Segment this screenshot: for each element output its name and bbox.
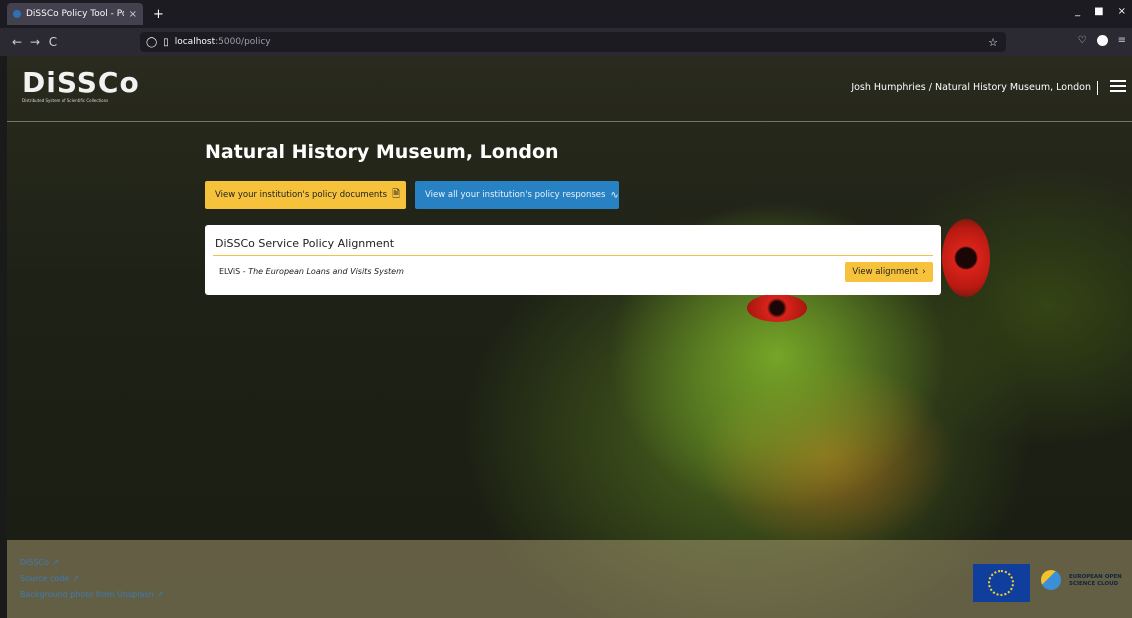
footer-link-unsplash[interactable]: Background photo from Unsplash ↗ <box>20 590 163 599</box>
url-bar[interactable]: ◯ ▯ localhost:5000/policy ☆ <box>140 32 1006 52</box>
background-photo-frog-eye-2 <box>747 294 807 322</box>
url-path: :5000/policy <box>215 37 271 47</box>
card-title: DiSSCo Service Policy Alignment <box>215 237 395 250</box>
external-link-icon: ↗ <box>52 558 59 567</box>
eosc-logo-icon <box>1041 570 1061 590</box>
browser-navbar: ← → C ◯ ▯ localhost:5000/policy ☆ ♡ ≡ <box>0 28 1132 56</box>
forward-button[interactable]: → <box>26 35 44 49</box>
eu-flag-logo <box>973 564 1030 602</box>
new-tab-button[interactable]: + <box>153 7 164 22</box>
minimize-button[interactable]: _ <box>1075 6 1080 17</box>
view-policy-responses-button[interactable]: View all your institution's policy respo… <box>415 181 619 209</box>
view-alignment-button[interactable]: View alignment › <box>845 262 933 282</box>
account-icon[interactable] <box>1096 35 1108 46</box>
activity-icon: ∿ <box>610 189 619 201</box>
menu-icon[interactable] <box>1110 80 1126 93</box>
url-host: localhost <box>174 37 216 47</box>
site-header: DiSSCo Distributed System of Scientific … <box>7 56 1132 122</box>
maximize-button[interactable]: ■ <box>1094 6 1103 17</box>
footer-link-label: Source code <box>20 574 70 583</box>
eu-stars-icon <box>988 570 1014 596</box>
user-institution-label: Josh Humphries / Natural History Museum,… <box>851 81 1098 95</box>
window-controls: _ ■ × <box>1075 6 1126 17</box>
service-row: ELViS - The European Loans and Visits Sy… <box>219 267 404 276</box>
dissco-logo[interactable]: DiSSCo <box>22 66 140 99</box>
footer-link-source-code[interactable]: Source code ↗ <box>20 574 163 583</box>
toolbar-icons: ♡ ≡ <box>1078 35 1126 46</box>
footer-link-label: DiSSCo <box>20 558 50 567</box>
reload-button[interactable]: C <box>44 35 62 49</box>
pocket-icon[interactable]: ♡ <box>1078 35 1087 46</box>
external-link-icon: ↗ <box>72 574 80 583</box>
tab-title: DiSSCo Policy Tool - Polic <box>26 9 124 19</box>
tab-close-icon[interactable]: × <box>129 9 137 20</box>
service-code: ELViS <box>219 267 241 276</box>
browser-tabbar: DiSSCo Policy Tool - Polic × + _ ■ × <box>0 0 1132 28</box>
service-alignment-card: DiSSCo Service Policy Alignment ELViS - … <box>205 225 941 295</box>
back-button[interactable]: ← <box>8 35 26 49</box>
page-content: DiSSCo Distributed System of Scientific … <box>7 56 1132 618</box>
site-footer: DiSSCo ↗ Source code ↗ Background photo … <box>7 540 1132 618</box>
shield-icon: ◯ <box>146 36 158 48</box>
eosc-logo-text: EUROPEAN OPEN SCIENCE CLOUD <box>1069 574 1122 588</box>
card-divider <box>213 255 933 256</box>
background-photo-frog-eye <box>942 219 990 297</box>
favicon-icon <box>13 10 21 18</box>
eosc-line-2: SCIENCE CLOUD <box>1069 581 1119 587</box>
page-title: Natural History Museum, London <box>205 141 559 163</box>
view-policy-documents-label: View your institution's policy documents <box>215 190 388 200</box>
logo-subtitle: Distributed System of Scientific Collect… <box>22 98 109 103</box>
page-icon: ▯ <box>163 36 169 48</box>
app-menu-icon[interactable]: ≡ <box>1118 35 1126 46</box>
view-policy-responses-label: View all your institution's policy respo… <box>425 190 606 200</box>
close-window-button[interactable]: × <box>1118 6 1126 17</box>
eosc-line-1: EUROPEAN OPEN <box>1069 574 1122 580</box>
service-name: The European Loans and Visits System <box>248 267 404 276</box>
view-policy-documents-button[interactable]: View your institution's policy documents… <box>205 181 406 209</box>
footer-link-label: Background photo from Unsplash <box>20 590 154 599</box>
view-alignment-label: View alignment <box>852 267 919 277</box>
bookmark-star-icon[interactable]: ☆ <box>988 36 998 49</box>
browser-tab[interactable]: DiSSCo Policy Tool - Polic × <box>7 3 143 25</box>
document-icon: 🗎 <box>392 188 401 200</box>
footer-links: DiSSCo ↗ Source code ↗ Background photo … <box>20 558 163 599</box>
footer-link-dissco[interactable]: DiSSCo ↗ <box>20 558 163 567</box>
chevron-right-icon: › <box>922 267 926 277</box>
external-link-icon: ↗ <box>156 590 164 599</box>
